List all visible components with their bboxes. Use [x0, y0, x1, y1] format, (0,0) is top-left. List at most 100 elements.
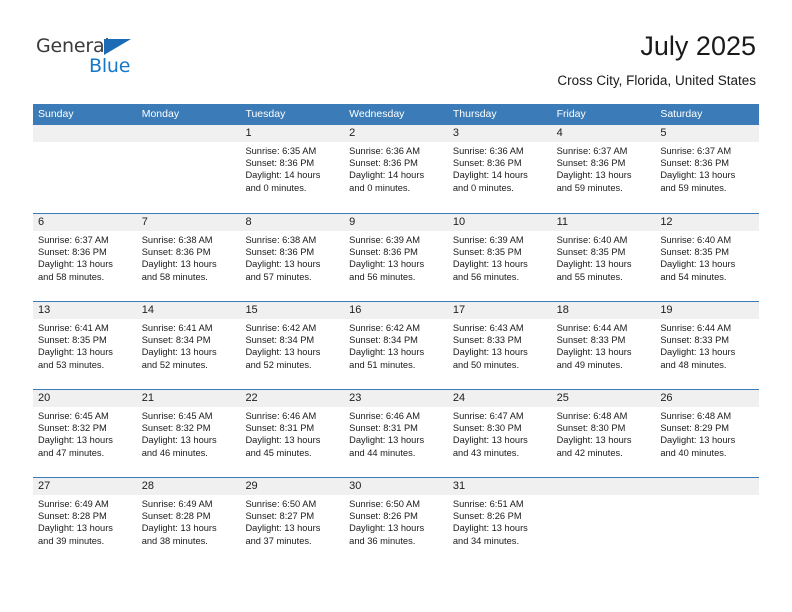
- day-info-line: and 46 minutes.: [141, 447, 208, 458]
- day-number: 17: [447, 302, 552, 319]
- day-cell[interactable]: 29 Sunrise: 6:50 AM Sunset: 8:27 PM Dayligh…: [240, 478, 345, 565]
- general-blue-logo[interactable]: General Blue: [36, 36, 166, 82]
- day-info-line: Daylight: 13 hours: [38, 347, 113, 358]
- day-info-line: Sunrise: 6:39 AM: [452, 235, 524, 245]
- day-info-line: Daylight: 13 hours: [349, 347, 425, 358]
- weekday-header-sunday: Sunday: [38, 108, 74, 120]
- day-info-line: Sunrise: 6:44 AM: [660, 323, 732, 333]
- calendar-page: General Blue July 2025 Cross City, Flori…: [0, 0, 792, 612]
- day-sun-info: Sunrise: 6:46 AM Sunset: 8:31 PM Daylight:…: [344, 407, 448, 459]
- day-info-line: and 37 minutes.: [245, 535, 312, 546]
- day-cell[interactable]: 4 Sunrise: 6:37 AM Sunset: 8:36 PM Daylight…: [551, 125, 656, 213]
- day-info-line: Daylight: 13 hours: [452, 259, 528, 270]
- day-cell[interactable]: 30 Sunrise: 6:50 AM Sunset: 8:26 PM Dayligh…: [344, 478, 448, 565]
- day-info-line: Sunset: 8:31 PM: [349, 423, 418, 434]
- day-info-line: Sunset: 8:36 PM: [660, 158, 730, 169]
- day-info-line: Daylight: 13 hours: [452, 523, 528, 534]
- day-cell[interactable]: 15 Sunrise: 6:42 AM Sunset: 8:34 PM Dayligh…: [240, 302, 345, 389]
- day-info-line: Sunset: 8:36 PM: [245, 247, 315, 258]
- day-cell[interactable]: 2 Sunrise: 6:36 AM Sunset: 8:36 PM Daylight…: [344, 125, 448, 213]
- logo-text-general: General: [36, 35, 110, 57]
- day-info-line: Daylight: 13 hours: [556, 170, 632, 181]
- day-cell[interactable]: 20 Sunrise: 6:45 AM Sunset: 8:32 PM Dayligh…: [33, 390, 137, 477]
- day-info-line: Daylight: 13 hours: [660, 259, 736, 270]
- day-info-line: Daylight: 13 hours: [556, 259, 632, 270]
- day-info-line: and 42 minutes.: [556, 447, 623, 458]
- day-cell[interactable]: 28 Sunrise: 6:49 AM Sunset: 8:28 PM Dayligh…: [136, 478, 241, 565]
- day-cell[interactable]: 10 Sunrise: 6:39 AM Sunset: 8:35 PM Dayligh…: [447, 214, 552, 301]
- day-cell[interactable]: 18 Sunrise: 6:44 AM Sunset: 8:33 PM Dayligh…: [551, 302, 656, 389]
- day-cell[interactable]: 27 Sunrise: 6:49 AM Sunset: 8:28 PM Dayligh…: [33, 478, 137, 565]
- day-number: 12: [655, 214, 760, 231]
- day-cell[interactable]: 25 Sunrise: 6:48 AM Sunset: 8:30 PM Dayligh…: [551, 390, 656, 477]
- day-info-line: Daylight: 13 hours: [141, 347, 217, 358]
- day-cell[interactable]: 24 Sunrise: 6:47 AM Sunset: 8:30 PM Dayligh…: [447, 390, 552, 477]
- day-sun-info: Sunrise: 6:38 AM Sunset: 8:36 PM Daylight:…: [240, 231, 344, 283]
- day-cell[interactable]: 31 Sunrise: 6:51 AM Sunset: 8:26 PM Dayligh…: [447, 478, 552, 565]
- day-sun-info: Sunrise: 6:48 AM Sunset: 8:29 PM Daylight:…: [655, 407, 759, 459]
- day-sun-info: Sunrise: 6:49 AM Sunset: 8:28 PM Daylight:…: [33, 495, 137, 547]
- day-info-line: Sunset: 8:26 PM: [349, 511, 418, 522]
- day-info-line: and 58 minutes.: [38, 271, 105, 282]
- day-info-line: Daylight: 13 hours: [38, 259, 113, 270]
- day-info-line: Sunrise: 6:36 AM: [349, 146, 420, 156]
- day-number: 11: [551, 214, 656, 231]
- day-info-line: and 39 minutes.: [38, 535, 105, 546]
- day-info-line: Daylight: 13 hours: [141, 435, 217, 446]
- day-info-line: Daylight: 13 hours: [349, 435, 425, 446]
- day-info-line: Daylight: 14 hours: [452, 170, 528, 181]
- day-info-line: and 0 minutes.: [349, 182, 411, 193]
- day-cell[interactable]: 3 Sunrise: 6:36 AM Sunset: 8:36 PM Daylight…: [447, 125, 552, 213]
- day-cell[interactable]: 22 Sunrise: 6:46 AM Sunset: 8:31 PM Dayligh…: [240, 390, 345, 477]
- day-cell[interactable]: 14 Sunrise: 6:41 AM Sunset: 8:34 PM Dayligh…: [136, 302, 241, 389]
- day-info-line: Sunrise: 6:49 AM: [38, 499, 109, 509]
- day-info-line: Sunrise: 6:48 AM: [660, 411, 732, 421]
- day-cell[interactable]: 23 Sunrise: 6:46 AM Sunset: 8:31 PM Dayligh…: [344, 390, 448, 477]
- day-number: 1: [240, 125, 345, 142]
- day-cell[interactable]: 26 Sunrise: 6:48 AM Sunset: 8:29 PM Dayligh…: [655, 390, 760, 477]
- day-info-line: and 44 minutes.: [349, 447, 416, 458]
- day-info-line: and 57 minutes.: [245, 271, 312, 282]
- day-number: 29: [240, 478, 345, 495]
- day-cell[interactable]: 19 Sunrise: 6:44 AM Sunset: 8:33 PM Dayligh…: [655, 302, 760, 389]
- day-cell[interactable]: 11 Sunrise: 6:40 AM Sunset: 8:35 PM Dayligh…: [551, 214, 656, 301]
- day-number: [33, 125, 137, 142]
- day-number: 26: [655, 390, 760, 407]
- day-number: [655, 478, 760, 495]
- day-number: 13: [33, 302, 137, 319]
- day-cell-empty: [655, 478, 760, 565]
- day-info-line: and 51 minutes.: [349, 359, 416, 370]
- day-cell[interactable]: 9 Sunrise: 6:39 AM Sunset: 8:36 PM Daylight…: [344, 214, 448, 301]
- day-cell[interactable]: 8 Sunrise: 6:38 AM Sunset: 8:36 PM Daylight…: [240, 214, 345, 301]
- day-info-line: Sunrise: 6:50 AM: [245, 499, 317, 509]
- day-cell[interactable]: 1 Sunrise: 6:35 AM Sunset: 8:36 PM Daylight…: [240, 125, 345, 213]
- day-info-line: and 55 minutes.: [556, 271, 623, 282]
- day-info-line: Sunset: 8:34 PM: [245, 335, 315, 346]
- day-cell[interactable]: 17 Sunrise: 6:43 AM Sunset: 8:33 PM Dayligh…: [447, 302, 552, 389]
- day-info-line: Sunrise: 6:42 AM: [245, 323, 317, 333]
- day-info-line: Daylight: 13 hours: [245, 347, 321, 358]
- day-info-line: Sunset: 8:30 PM: [452, 423, 522, 434]
- day-cell[interactable]: 12 Sunrise: 6:40 AM Sunset: 8:35 PM Dayligh…: [655, 214, 760, 301]
- day-info-line: and 52 minutes.: [245, 359, 312, 370]
- day-cell[interactable]: 21 Sunrise: 6:45 AM Sunset: 8:32 PM Dayligh…: [136, 390, 241, 477]
- day-cell[interactable]: 13 Sunrise: 6:41 AM Sunset: 8:35 PM Dayligh…: [33, 302, 137, 389]
- day-sun-info: Sunrise: 6:40 AM Sunset: 8:35 PM Daylight:…: [655, 231, 759, 283]
- day-sun-info: Sunrise: 6:50 AM Sunset: 8:27 PM Daylight:…: [240, 495, 344, 547]
- day-info-line: Sunrise: 6:50 AM: [349, 499, 420, 509]
- day-cell[interactable]: 7 Sunrise: 6:38 AM Sunset: 8:36 PM Daylight…: [136, 214, 241, 301]
- day-cell[interactable]: 16 Sunrise: 6:42 AM Sunset: 8:34 PM Dayligh…: [344, 302, 448, 389]
- day-info-line: Daylight: 14 hours: [349, 170, 425, 181]
- day-info-line: Sunset: 8:35 PM: [38, 335, 107, 346]
- day-info-line: and 34 minutes.: [452, 535, 520, 546]
- day-info-line: Sunrise: 6:46 AM: [349, 411, 420, 421]
- week-row: 6 Sunrise: 6:37 AM Sunset: 8:36 PM Daylight…: [33, 213, 760, 301]
- day-info-line: Sunrise: 6:36 AM: [452, 146, 524, 156]
- day-info-line: Daylight: 13 hours: [141, 523, 217, 534]
- day-cell[interactable]: 6 Sunrise: 6:37 AM Sunset: 8:36 PM Daylight…: [33, 214, 137, 301]
- day-info-line: Sunset: 8:34 PM: [141, 335, 211, 346]
- day-cell[interactable]: 5 Sunrise: 6:37 AM Sunset: 8:36 PM Daylight…: [655, 125, 760, 213]
- day-info-line: Sunset: 8:35 PM: [452, 247, 522, 258]
- day-sun-info: Sunrise: 6:41 AM Sunset: 8:34 PM Daylight:…: [137, 319, 241, 371]
- day-info-line: Sunrise: 6:45 AM: [141, 411, 213, 421]
